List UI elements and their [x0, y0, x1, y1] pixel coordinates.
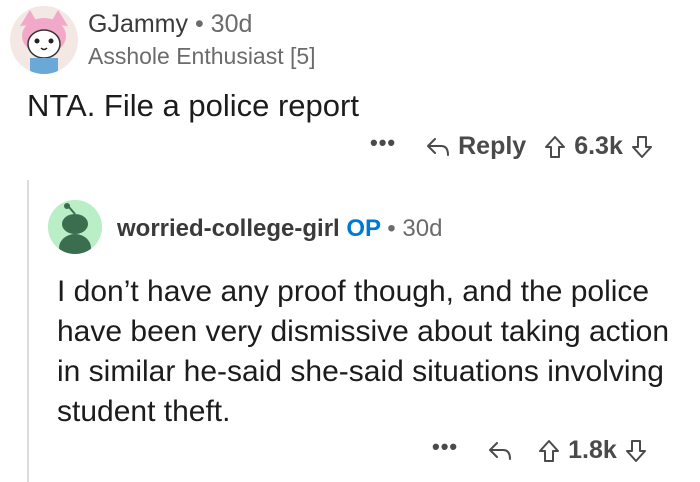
more-options-button[interactable]: •••: [432, 434, 458, 460]
reply-icon: [427, 137, 450, 156]
thread-line[interactable]: [27, 180, 29, 482]
reply-label: Reply: [458, 132, 527, 160]
vote-count: 6.3k: [574, 132, 623, 160]
username[interactable]: GJammy: [88, 10, 188, 38]
reply-button[interactable]: Reply: [426, 132, 526, 161]
reply-body: I don’t have any proof though, and the p…: [57, 275, 670, 428]
username[interactable]: worried-college-girl: [117, 215, 340, 242]
more-options-button[interactable]: •••: [370, 130, 396, 156]
vote-count: 1.8k: [568, 436, 617, 464]
reply-actions: ••• 1.8k: [432, 434, 647, 465]
avatar[interactable]: [48, 200, 102, 254]
cat-avatar-icon: [10, 6, 78, 74]
reply-icon: [489, 441, 512, 460]
vote-controls: 1.8k: [538, 436, 647, 465]
separator-dot: •: [387, 215, 396, 242]
upvote-icon[interactable]: [538, 439, 560, 463]
comment-header: GJammy • 30d: [88, 10, 252, 39]
comment-actions: ••• Reply 6.3k: [370, 130, 653, 161]
comment-body: NTA. File a police report: [27, 88, 359, 123]
snoo-avatar-icon: [48, 200, 102, 254]
separator-dot: •: [194, 10, 204, 38]
user-flair: Asshole Enthusiast [5]: [88, 43, 316, 69]
upvote-icon[interactable]: [544, 135, 566, 159]
comment-age[interactable]: 30d: [402, 215, 442, 242]
vote-controls: 6.3k: [544, 132, 653, 161]
downvote-icon[interactable]: [631, 135, 653, 159]
op-badge: OP: [346, 215, 381, 242]
reply-button[interactable]: [488, 441, 520, 461]
comment-age[interactable]: 30d: [211, 10, 253, 38]
avatar[interactable]: [10, 6, 78, 74]
reply-header: worried-college-girl OP • 30d: [117, 215, 442, 243]
downvote-icon[interactable]: [625, 439, 647, 463]
